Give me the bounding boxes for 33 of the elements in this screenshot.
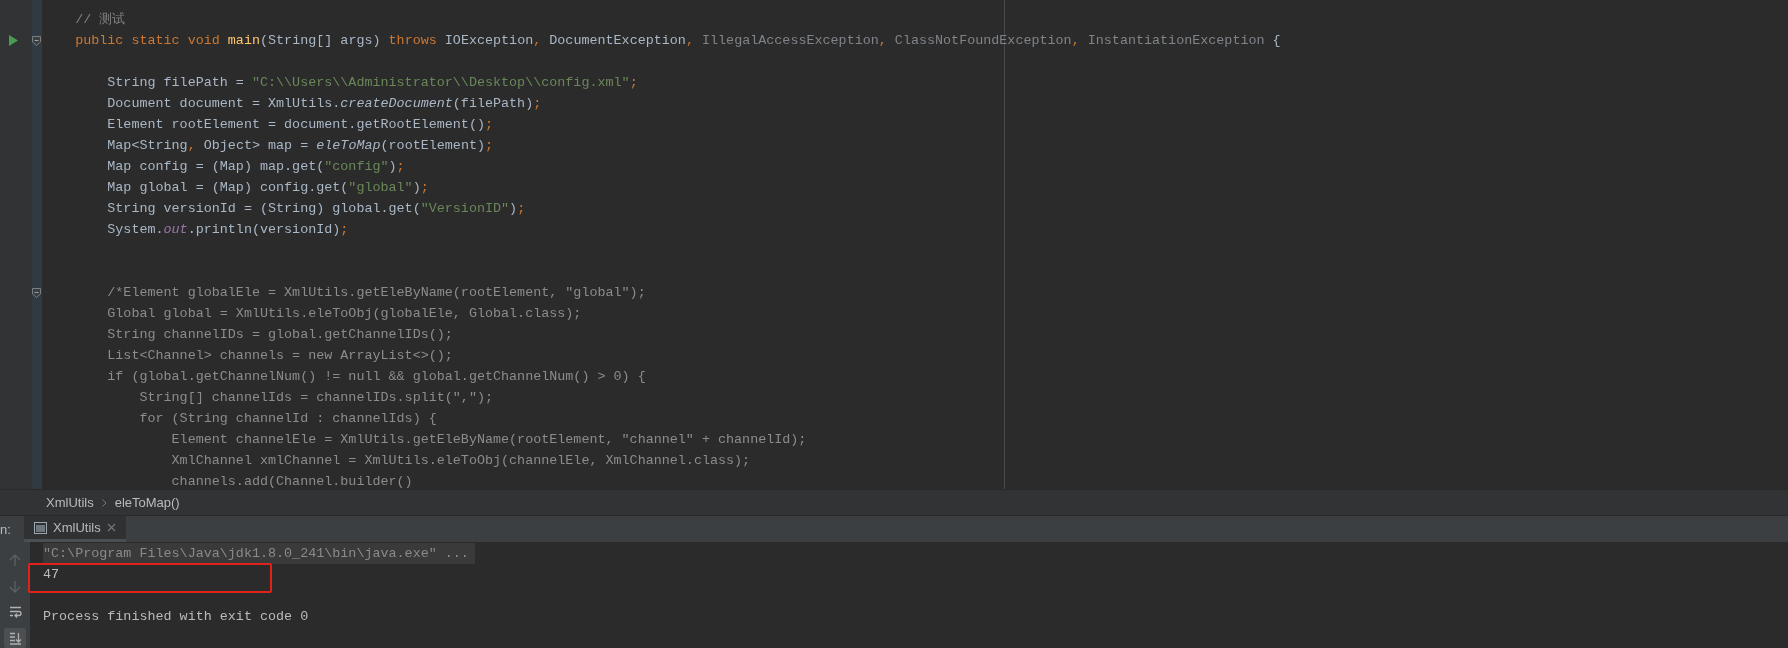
fold-icon[interactable] bbox=[32, 35, 41, 46]
close-icon[interactable] bbox=[106, 523, 116, 532]
scroll-end-icon[interactable] bbox=[4, 628, 26, 648]
code-line: Element channelEle = XmlUtils.getEleByName(rootElement, "channel" + channelId); bbox=[170, 431, 808, 449]
code-line: channels.add(Channel.builder() bbox=[170, 473, 414, 489]
code-line: List<Channel> channels = new ArrayList<>(); bbox=[106, 347, 454, 365]
code-line: String[] channelIds = channelIDs.split(","); bbox=[138, 389, 494, 407]
panel-label: n: bbox=[0, 520, 12, 539]
code-line: Map<String, Object> map = eleToMap(rootElement); bbox=[106, 137, 495, 155]
chevron-icon bbox=[101, 498, 107, 507]
code-line: Map global = (Map) config.get("global"); bbox=[106, 179, 430, 197]
code-line: String filePath = "C:\\Users\\Administrator\\Desktop\\config.xml"; bbox=[106, 74, 639, 92]
code-line: XmlChannel xmlChannel = XmlUtils.eleToObj(channelEle, XmlChannel.class); bbox=[170, 452, 752, 470]
code-line: System.out.println(versionId); bbox=[106, 221, 350, 239]
breadcrumb-item[interactable]: XmlUtils bbox=[46, 495, 94, 510]
run-tab[interactable]: XmlUtils bbox=[24, 516, 126, 542]
code-line: if (global.getChannelNum() != null && global.getChannelNum() > 0) { bbox=[106, 368, 647, 386]
run-icon[interactable] bbox=[9, 35, 18, 46]
exit-message: Process finished with exit code 0 bbox=[43, 608, 309, 626]
code-line: /*Element globalEle = XmlUtils.getEleByName(rootElement, "global"); bbox=[106, 284, 647, 302]
code-line: public static void main(String[] args) throws IOException, DocumentException, IllegalAccessException, ClassNotFoundException, InstantiationException { bbox=[74, 32, 1282, 50]
code-line: for (String channelId : channelIds) { bbox=[138, 410, 438, 428]
code-line: Element rootElement = document.getRootElement(); bbox=[106, 116, 494, 134]
console-icon bbox=[34, 521, 47, 534]
code-line: Global global = XmlUtils.eleToObj(globalEle, Global.class); bbox=[106, 305, 583, 323]
console-output: 47 bbox=[43, 566, 60, 584]
breadcrumb-item[interactable]: eleToMap() bbox=[114, 495, 180, 510]
code-line: Map config = (Map) map.get("config"); bbox=[106, 158, 406, 176]
code-line: Document document = XmlUtils.createDocument(filePath); bbox=[106, 95, 543, 113]
code-line: // 测试 bbox=[74, 11, 127, 29]
code-line: String versionId = (String) global.get("VersionID"); bbox=[106, 200, 527, 218]
code-line: String channelIDs = global.getChannelIDs(); bbox=[106, 326, 454, 344]
fold-icon[interactable] bbox=[32, 287, 41, 298]
